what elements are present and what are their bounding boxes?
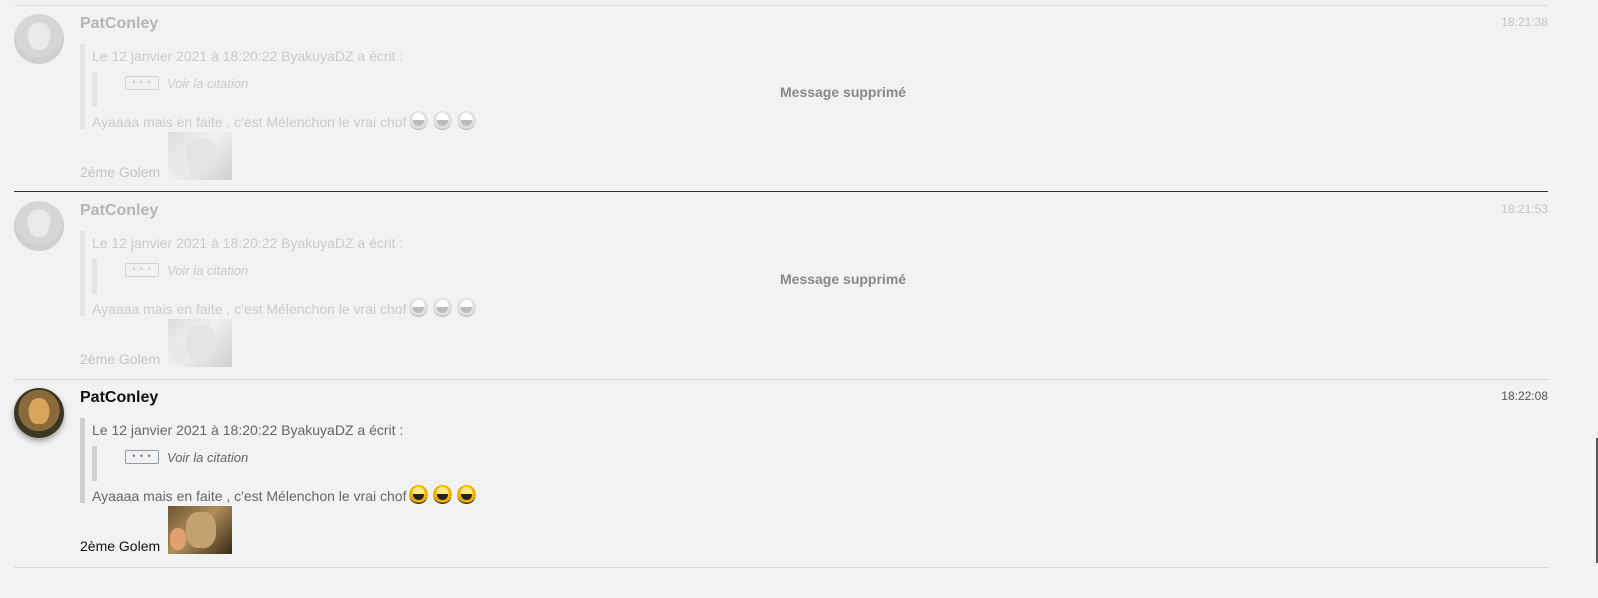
signature-image [168, 132, 232, 180]
laughing-smiley-icon [433, 485, 453, 504]
smileys [409, 111, 481, 133]
face-figure [170, 341, 186, 363]
golem-figure [186, 325, 216, 361]
golem-figure [186, 512, 216, 548]
expand-quote-icon[interactable]: • • • [125, 263, 159, 277]
expand-quote-icon[interactable]: • • • [125, 450, 159, 464]
face-figure [170, 154, 186, 176]
timestamp[interactable]: 18:21:53 [1501, 202, 1548, 216]
deleted-status: Message supprimé [780, 84, 907, 100]
laughing-smiley-icon [409, 298, 429, 317]
smileys [409, 485, 481, 507]
avatar-face [29, 211, 49, 237]
signature-image [168, 319, 232, 367]
top-divider [14, 5, 1548, 6]
avatar[interactable] [14, 201, 64, 251]
author-name[interactable]: PatConley [80, 15, 158, 33]
message-divider [14, 379, 1548, 380]
avatar-face [29, 398, 49, 424]
signature-text: 2ème Golem [80, 164, 161, 180]
laughing-smiley-icon [409, 111, 429, 130]
signature-image [168, 506, 232, 554]
view-quote-link[interactable]: Voir la citation [167, 450, 248, 465]
quote-header: Le 12 janvier 2021 à 18:20:22 ByakuyaDZ … [92, 48, 404, 64]
avatar-face [29, 24, 49, 50]
signature-text: 2ème Golem [80, 538, 161, 554]
quote-text: Ayaaaa mais en faite , c'est Mélenchon l… [92, 298, 481, 320]
laughing-smiley-icon [433, 298, 453, 317]
author-name[interactable]: PatConley [80, 202, 158, 220]
message-divider [14, 191, 1548, 192]
message-post-2: PatConley 18:21:53 Le 12 janvier 2021 à … [14, 194, 1548, 381]
laughing-smiley-icon [409, 485, 429, 504]
nested-quote-bar [92, 259, 107, 294]
face-figure [170, 528, 186, 550]
message-post-1: PatConley 18:21:38 Le 12 janvier 2021 à … [14, 7, 1548, 194]
quote-header: Le 12 janvier 2021 à 18:20:22 ByakuyaDZ … [92, 235, 404, 251]
quote-header: Le 12 janvier 2021 à 18:20:22 ByakuyaDZ … [92, 422, 404, 438]
expand-quote-icon[interactable]: • • • [125, 76, 159, 90]
golem-figure [186, 138, 216, 174]
message-post-3: PatConley 18:22:08 Le 12 janvier 2021 à … [14, 381, 1548, 568]
deleted-status: Message supprimé [780, 271, 907, 287]
timestamp[interactable]: 18:22:08 [1501, 389, 1548, 403]
message-divider [14, 567, 1548, 568]
laughing-smiley-icon [457, 298, 477, 317]
quote-text: Ayaaaa mais en faite , c'est Mélenchon l… [92, 111, 481, 133]
nested-quote-bar [92, 446, 107, 481]
avatar[interactable] [14, 14, 64, 64]
quote-block: Le 12 janvier 2021 à 18:20:22 ByakuyaDZ … [80, 231, 505, 317]
timestamp[interactable]: 18:21:38 [1501, 15, 1548, 29]
author-name[interactable]: PatConley [80, 389, 158, 407]
quote-block: Le 12 janvier 2021 à 18:20:22 ByakuyaDZ … [80, 418, 505, 504]
avatar[interactable] [14, 388, 64, 438]
quote-text-content: Ayaaaa mais en faite , c'est Mélenchon l… [92, 301, 407, 317]
laughing-smiley-icon [433, 111, 453, 130]
quote-text-content: Ayaaaa mais en faite , c'est Mélenchon l… [92, 114, 407, 130]
quote-block: Le 12 janvier 2021 à 18:20:22 ByakuyaDZ … [80, 44, 505, 130]
smileys [409, 298, 481, 320]
view-quote-link[interactable]: Voir la citation [167, 76, 248, 91]
laughing-smiley-icon [457, 111, 477, 130]
signature-text: 2ème Golem [80, 351, 161, 367]
view-quote-link[interactable]: Voir la citation [167, 263, 248, 278]
quote-text: Ayaaaa mais en faite , c'est Mélenchon l… [92, 485, 481, 507]
quote-text-content: Ayaaaa mais en faite , c'est Mélenchon l… [92, 488, 407, 504]
laughing-smiley-icon [457, 485, 477, 504]
nested-quote-bar [92, 72, 107, 107]
